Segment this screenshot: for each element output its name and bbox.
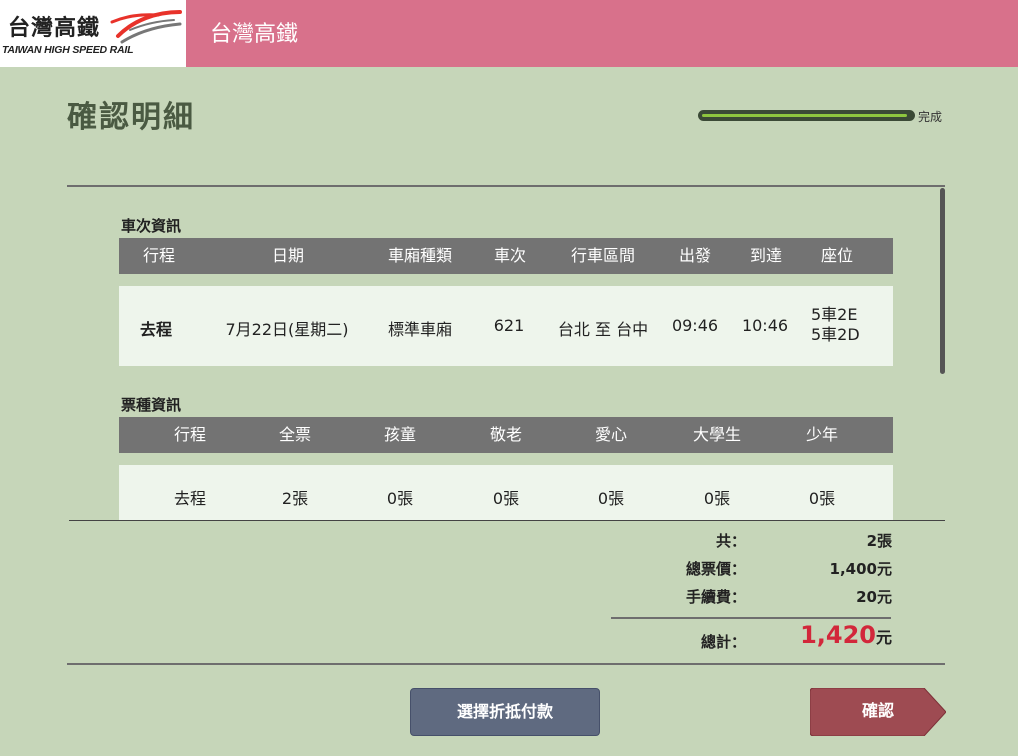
seat-2: 5車2D: [811, 325, 860, 344]
train-header-trip: 行程: [142, 246, 176, 265]
ticket-info-header: 行程 全票 孩童 敬老 愛心 大學生 少年: [119, 417, 893, 453]
progress-fill: [702, 114, 907, 117]
train-header-depart: 出發: [678, 246, 712, 265]
scrollbar[interactable]: [940, 188, 945, 374]
page-title: 確認明細: [67, 100, 195, 135]
ticket-adult-count: 2張: [281, 489, 309, 508]
seat-1: 5車2E: [811, 305, 858, 324]
train-header-car-type: 車廂種類: [387, 246, 453, 265]
ticket-youth-count: 0張: [808, 489, 836, 508]
total-unit: 元: [875, 628, 892, 647]
logo-text-en: TAIWAN HIGH SPEED RAIL: [2, 44, 134, 56]
train-header-seat: 座位: [820, 246, 854, 265]
header-title: 台灣高鐵: [210, 22, 299, 47]
progress-label: 完成: [918, 110, 943, 124]
thsr-logo[interactable]: 台灣高鐵 TAIWAN HIGH SPEED RAIL: [0, 0, 186, 67]
fare-value: 1,400元: [829, 560, 892, 578]
train-header-route: 行車區間: [570, 246, 636, 265]
ticket-disabled-count: 0張: [597, 489, 625, 508]
ticket-header-youth: 少年: [805, 425, 839, 444]
fare-label: 總票價：: [685, 560, 746, 578]
top-divider: [67, 185, 945, 187]
app-header: 台灣高鐵 TAIWAN HIGH SPEED RAIL 台灣高鐵: [0, 0, 1018, 67]
train-date: 7月22日(星期二): [225, 320, 349, 339]
train-info-header: 行程 日期 車廂種類 車次 行車區間 出發 到達 座位: [119, 238, 893, 274]
count-value: 2張: [866, 532, 892, 550]
train-depart-time: 09:46: [671, 316, 719, 335]
train-trip: 去程: [139, 320, 173, 339]
train-number: 621: [493, 316, 525, 335]
train-arrive-time: 10:46: [741, 316, 789, 335]
train-info-title: 車次資訊: [121, 217, 182, 235]
summary-divider: [69, 520, 945, 521]
details-viewport[interactable]: 車次資訊 行程 日期 車廂種類 車次 行車區間 出發 到達 座位 去程 7月22…: [67, 188, 937, 520]
total-amount: 1,420: [800, 621, 876, 649]
logo-swoosh-icon: [110, 10, 182, 44]
select-discount-payment-button[interactable]: 選擇折抵付款: [410, 688, 600, 736]
ticket-header-trip: 行程: [173, 425, 207, 444]
ticket-trip: 去程: [173, 489, 207, 508]
ticket-child-count: 0張: [386, 489, 414, 508]
ticket-header-senior: 敬老: [489, 425, 523, 444]
train-route: 台北 至 台中: [557, 320, 649, 339]
ticket-header-college: 大學生: [692, 425, 742, 444]
total-divider: [611, 617, 891, 619]
train-seats: 5車2E 5車2D: [811, 305, 860, 345]
bottom-divider: [67, 663, 945, 665]
ticket-header-disabled: 愛心: [594, 425, 628, 444]
ticket-info-title: 票種資訊: [121, 396, 182, 414]
count-label: 共：: [715, 532, 746, 550]
train-info-row: 去程 7月22日(星期二) 標準車廂 621 台北 至 台中 09:46 10:…: [119, 286, 893, 366]
train-header-train-no: 車次: [493, 246, 527, 265]
train-header-date: 日期: [271, 246, 305, 265]
train-header-arrive: 到達: [749, 246, 783, 265]
ticket-info-row: 去程 2張 0張 0張 0張 0張 0張: [119, 465, 893, 520]
ticket-header-child: 孩童: [383, 425, 417, 444]
total-value: 1,420元: [700, 621, 892, 649]
logo-text-zh: 台灣高鐵: [8, 16, 101, 41]
progress-bar: [698, 110, 915, 121]
ticket-senior-count: 0張: [492, 489, 520, 508]
confirm-label: 確認: [861, 701, 894, 720]
train-car-type: 標準車廂: [387, 320, 453, 339]
confirm-button[interactable]: 確認: [810, 688, 946, 736]
fee-value: 20元: [856, 588, 892, 606]
ticket-header-adult: 全票: [278, 425, 312, 444]
ticket-college-count: 0張: [703, 489, 731, 508]
fee-label: 手續費：: [685, 588, 746, 606]
